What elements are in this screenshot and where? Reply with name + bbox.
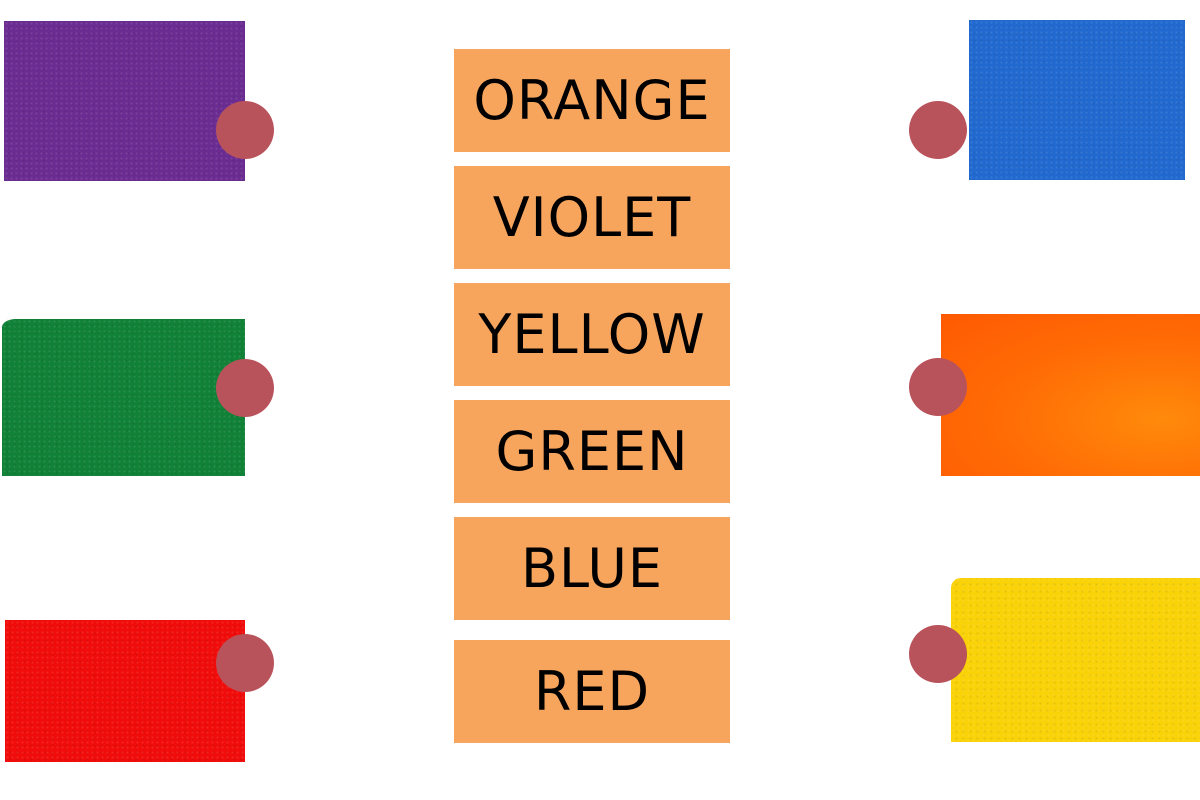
match-dot-right-1[interactable]	[909, 101, 967, 159]
swatch-yellow	[951, 578, 1200, 742]
swatch-green-fill	[2, 319, 245, 476]
swatch-red-fill	[5, 620, 245, 762]
swatch-green	[2, 319, 245, 476]
swatch-red	[5, 620, 245, 762]
match-dot-left-1[interactable]	[216, 101, 274, 159]
word-box-yellow[interactable]: YELLOW	[454, 283, 730, 386]
word-box-green[interactable]: GREEN	[454, 400, 730, 503]
word-box-orange[interactable]: ORANGE	[454, 49, 730, 152]
word-box-blue[interactable]: BLUE	[454, 517, 730, 620]
match-dot-left-3[interactable]	[216, 634, 274, 692]
swatch-orange	[941, 314, 1200, 476]
swatch-violet-fill	[4, 21, 245, 181]
match-dot-left-2[interactable]	[216, 359, 274, 417]
match-dot-right-3[interactable]	[909, 625, 967, 683]
swatch-blue	[969, 20, 1185, 180]
match-dot-right-2[interactable]	[909, 358, 967, 416]
swatch-violet	[4, 21, 245, 181]
swatch-orange-fill	[941, 314, 1200, 476]
swatch-yellow-fill	[951, 578, 1200, 742]
swatch-blue-fill	[969, 20, 1185, 180]
word-box-violet[interactable]: VIOLET	[454, 166, 730, 269]
word-box-red[interactable]: RED	[454, 640, 730, 743]
